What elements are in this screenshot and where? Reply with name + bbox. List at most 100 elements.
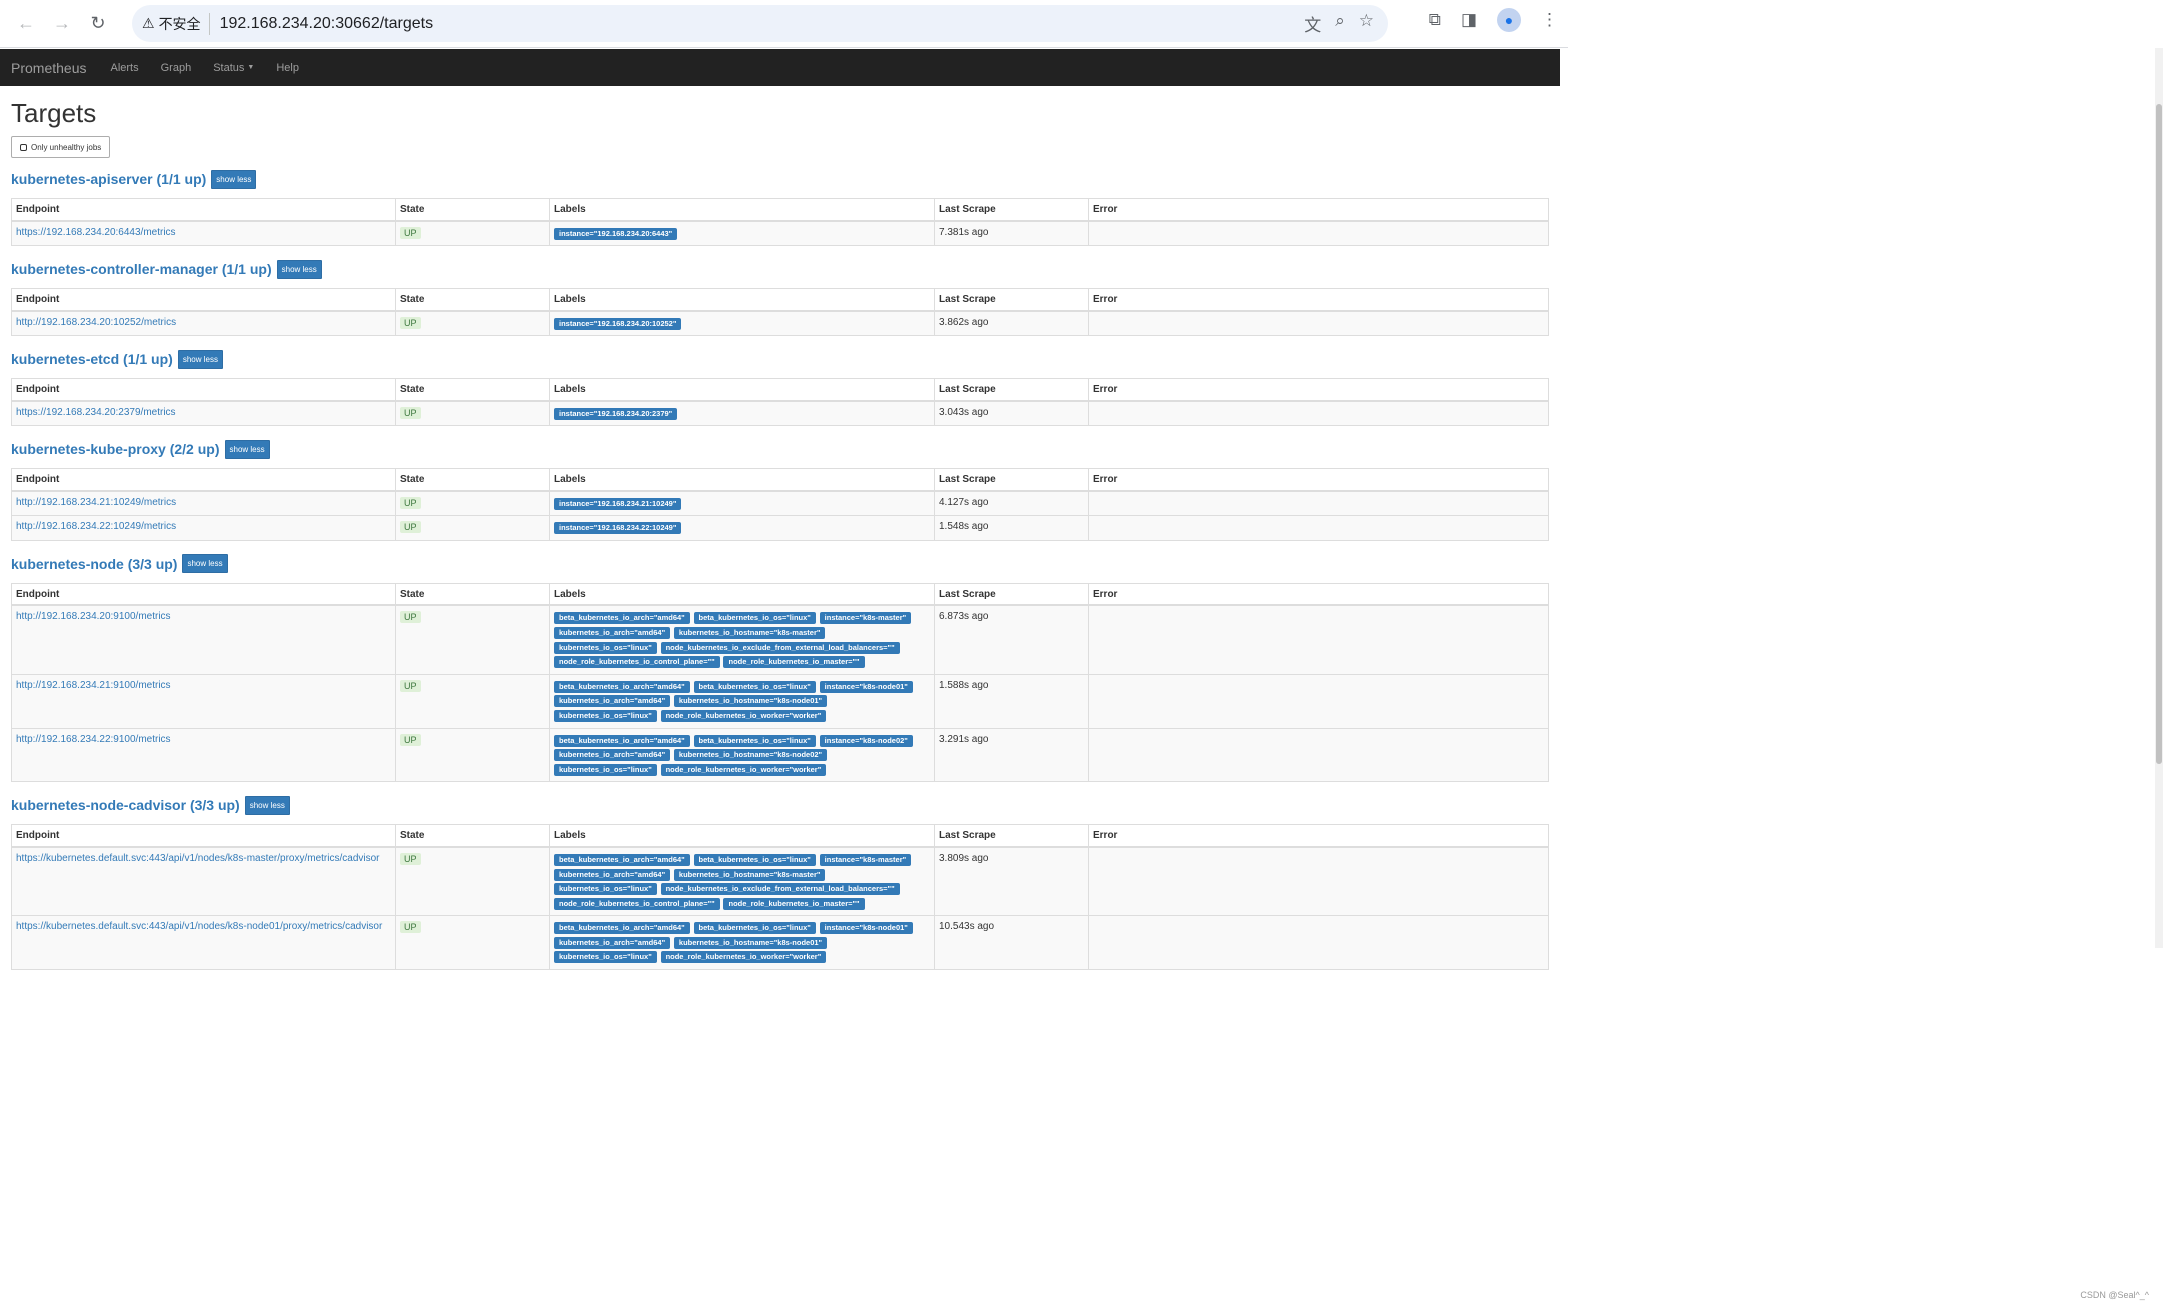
column-header-labels: Labels — [549, 824, 935, 848]
column-header-labels: Labels — [549, 198, 935, 222]
label-badge: kubernetes_io_arch="amd64" — [554, 627, 671, 640]
label-badge: instance="192.168.234.22:10249" — [554, 522, 682, 535]
back-icon[interactable]: ← — [8, 6, 44, 42]
state-cell: UP — [395, 915, 550, 971]
error-cell — [1088, 846, 1549, 917]
nav-help[interactable]: Help — [276, 62, 299, 74]
nav-alerts[interactable]: Alerts — [110, 62, 138, 74]
extensions-icon[interactable]: ⧉ — [1429, 10, 1441, 30]
label-badge: instance="192.168.234.20:6443" — [554, 227, 678, 240]
endpoint-link[interactable]: http://192.168.234.21:9100/metrics — [16, 680, 171, 691]
brand-link[interactable]: Prometheus — [11, 60, 86, 76]
endpoint-link[interactable]: http://192.168.234.21:10249/metrics — [16, 497, 176, 508]
state-badge: UP — [400, 496, 421, 509]
job-title[interactable]: kubernetes-kube-proxy (2/2 up) — [11, 441, 220, 457]
endpoint-link[interactable]: https://192.168.234.20:2379/metrics — [16, 407, 176, 418]
label-badge: kubernetes_io_arch="amd64" — [554, 749, 671, 762]
error-cell — [1088, 673, 1549, 729]
error-cell — [1088, 219, 1549, 247]
show-less-button[interactable]: show less — [182, 554, 228, 574]
last-scrape-cell: 3.043s ago — [934, 400, 1089, 427]
reload-icon[interactable]: ↻ — [80, 6, 116, 42]
labels-cell: beta_kubernetes_io_arch="amd64" beta_kub… — [549, 604, 935, 675]
only-unhealthy-jobs-button[interactable]: Only unhealthy jobs — [11, 136, 111, 158]
endpoint-cell: http://192.168.234.22:10249/metrics — [11, 515, 396, 541]
targets-table: Endpoint State Labels Last Scrape Error http:… — [11, 288, 1549, 337]
show-less-button[interactable]: show less — [224, 439, 270, 459]
job-header: kubernetes-apiserver (1/1 up) show less — [11, 165, 1549, 193]
url-text[interactable]: 192.168.234.20:30662/targets — [210, 15, 434, 33]
menu-kebab-icon[interactable]: ⋮ — [1541, 10, 1558, 30]
label-badge: kubernetes_io_hostname="k8s-master" — [673, 627, 826, 640]
nav-graph[interactable]: Graph — [161, 62, 192, 74]
state-badge: UP — [400, 733, 421, 746]
label-badge: instance="k8s-node01" — [819, 680, 913, 693]
endpoint-link[interactable]: http://192.168.234.20:9100/metrics — [16, 611, 171, 622]
error-cell — [1088, 515, 1549, 541]
labels-list: beta_kubernetes_io_arch="amd64" beta_kub… — [554, 916, 930, 969]
side-panel-icon[interactable]: ◨ — [1461, 10, 1477, 30]
last-scrape-cell: 4.127s ago — [934, 490, 1089, 517]
table-row: https://kubernetes.default.svc:443/api/v… — [11, 915, 1549, 971]
state-cell: UP — [395, 490, 550, 517]
labels-list: instance="192.168.234.20:6443" — [554, 222, 930, 246]
labels-cell: beta_kubernetes_io_arch="amd64" beta_kub… — [549, 727, 935, 783]
security-indicator[interactable]: ⚠ 不安全 — [142, 12, 210, 35]
endpoint-link[interactable]: https://kubernetes.default.svc:443/api/v… — [16, 853, 380, 864]
page-scrollbar[interactable] — [2155, 48, 2163, 948]
state-cell: UP — [395, 604, 550, 675]
label-badge: kubernetes_io_hostname="k8s-node01" — [673, 695, 828, 708]
endpoint-cell: http://192.168.234.21:9100/metrics — [11, 673, 396, 729]
translate-icon[interactable]: 文 — [1304, 11, 1321, 36]
column-header-state: State — [395, 468, 550, 492]
table-row: https://kubernetes.default.svc:443/api/v… — [11, 846, 1549, 917]
table-row: https://192.168.234.20:2379/metrics UP ins… — [11, 400, 1549, 427]
state-badge: UP — [400, 226, 421, 239]
labels-cell: instance="192.168.234.20:10252" — [549, 310, 935, 337]
job-title[interactable]: kubernetes-controller-manager (1/1 up) — [11, 261, 272, 277]
state-badge: UP — [400, 921, 421, 934]
error-cell — [1088, 604, 1549, 675]
column-header-labels: Labels — [549, 468, 935, 492]
show-less-button[interactable]: show less — [177, 349, 223, 369]
show-less-button[interactable]: show less — [244, 795, 290, 815]
endpoint-link[interactable]: http://192.168.234.22:10249/metrics — [16, 521, 176, 532]
endpoint-link[interactable]: https://kubernetes.default.svc:443/api/v… — [16, 921, 382, 932]
labels-list: beta_kubernetes_io_arch="amd64" beta_kub… — [554, 675, 930, 728]
job-title[interactable]: kubernetes-apiserver (1/1 up) — [11, 171, 206, 187]
label-badge: instance="192.168.234.20:2379" — [554, 407, 678, 420]
nav-status-dropdown[interactable]: Status ▼ — [213, 62, 254, 74]
forward-icon[interactable]: → — [44, 6, 80, 42]
job-title[interactable]: kubernetes-node-cadvisor (3/3 up) — [11, 797, 240, 813]
caret-down-icon: ▼ — [247, 64, 255, 72]
endpoint-link[interactable]: https://192.168.234.20:6443/metrics — [16, 227, 176, 238]
endpoint-link[interactable]: http://192.168.234.22:9100/metrics — [16, 734, 171, 745]
bookmark-star-icon[interactable]: ☆ — [1359, 11, 1374, 36]
label-badge: beta_kubernetes_io_arch="amd64" — [554, 734, 690, 747]
job-header: kubernetes-node-cadvisor (3/3 up) show le… — [11, 791, 1549, 819]
endpoint-cell: https://kubernetes.default.svc:443/api/v… — [11, 846, 396, 917]
endpoint-link[interactable]: http://192.168.234.20:10252/metrics — [16, 317, 176, 328]
zoom-icon[interactable]: ⌕ — [1335, 11, 1345, 36]
labels-list: instance="192.168.234.22:10249" — [554, 516, 930, 540]
label-badge: instance="k8s-master" — [819, 612, 912, 625]
last-scrape-cell: 10.543s ago — [934, 915, 1089, 971]
column-header-state: State — [395, 198, 550, 222]
show-less-button[interactable]: show less — [211, 169, 257, 189]
address-bar[interactable]: ⚠ 不安全 192.168.234.20:30662/targets 文 ⌕ ☆ — [132, 5, 1388, 42]
state-cell: UP — [395, 673, 550, 729]
label-badge: beta_kubernetes_io_arch="amd64" — [554, 853, 690, 866]
profile-avatar-icon[interactable]: ● — [1497, 8, 1521, 32]
column-header-error: Error — [1088, 468, 1549, 492]
job-title[interactable]: kubernetes-etcd (1/1 up) — [11, 351, 173, 367]
endpoint-cell: http://192.168.234.21:10249/metrics — [11, 490, 396, 517]
label-badge: beta_kubernetes_io_os="linux" — [693, 734, 816, 747]
error-cell — [1088, 400, 1549, 427]
label-badge: beta_kubernetes_io_os="linux" — [693, 680, 816, 693]
job-title[interactable]: kubernetes-node (3/3 up) — [11, 556, 177, 572]
scrollbar-thumb[interactable] — [2156, 104, 2162, 764]
column-header-last-scrape: Last Scrape — [934, 468, 1089, 492]
show-less-button[interactable]: show less — [276, 259, 322, 279]
label-badge: node_role_kubernetes_io_control_plane="" — [554, 656, 720, 669]
column-header-last-scrape: Last Scrape — [934, 582, 1089, 607]
